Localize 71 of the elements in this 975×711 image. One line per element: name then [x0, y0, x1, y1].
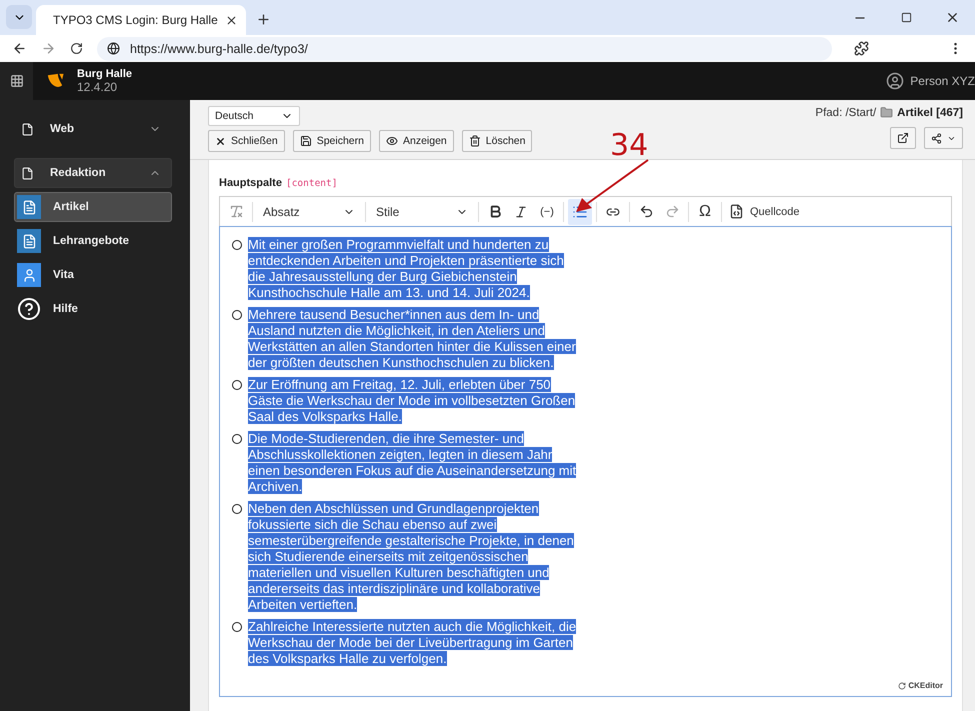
list-item-text: Zur Eröffnung am Freitag, 12. Juli, erlebten über 750 Gäste die Werkschau der Mode im vollbesetzten Großen Saal des Volksparks Halle.	[248, 377, 576, 425]
style-dropdown[interactable]: Stile	[370, 198, 474, 224]
sidebar-item[interactable]: Vita	[14, 260, 172, 290]
bullet-icon	[232, 240, 242, 250]
field-tag: [content]	[286, 178, 338, 189]
sidebar-group[interactable]: Redaktion	[14, 158, 172, 188]
external-link-icon	[897, 132, 909, 144]
sidebar-item[interactable]: Lehrangebote	[14, 226, 172, 256]
toolbar-button[interactable]: Anzeigen	[378, 130, 454, 152]
page-title: Artikel [467]	[897, 106, 963, 118]
style-dropdown[interactable]: Absatz	[257, 198, 361, 224]
sidebar-group[interactable]: Web	[14, 114, 172, 144]
app-grid-icon[interactable]	[10, 74, 24, 88]
toolbar-button[interactable]: Löschen	[462, 130, 532, 152]
browser-tab[interactable]: TYPO3 CMS Login: Burg Halle	[36, 5, 246, 35]
bullet-icon	[232, 434, 242, 444]
eye-icon	[386, 135, 398, 147]
sidebar-item[interactable]: Hilfe	[14, 294, 172, 324]
italic-icon	[514, 204, 528, 218]
annotation-number: 34	[610, 128, 648, 163]
document-icon	[22, 234, 36, 248]
site-name: Burg Halle	[77, 68, 132, 81]
close-icon	[215, 136, 226, 146]
source-button[interactable]: Quellcode	[726, 198, 803, 224]
help-icon	[17, 297, 41, 321]
list-item-text: Neben den Abschlüssen und Grundlagenprojekten fokussierte sich die Schau ebenso auf zwei semesterübergreifende gestalterische Projekte, in denen sich Studierende einerseits mit zeitgenössischen materiellen und visuellen Kulturen beschäftigten und andererseits das interdisziplinäre und kollaborative Arbeiten vertieften.	[248, 501, 575, 613]
bullet-icon	[232, 622, 242, 632]
toolbar-button[interactable]: Schließen	[208, 130, 285, 152]
editor-brand: CKEditor	[908, 681, 943, 690]
open-new-window-button[interactable]	[890, 127, 916, 149]
redo-icon	[664, 204, 680, 219]
list-item-text: Mehrere tausend Besucher*innen aus dem In- und Ausland nutzten die Möglichkeit, in den Ateliers und Werkstätten an allen Standorten hinter die Kulissen einer der größten deutschen Kunsthochschulen zu blicken.	[248, 307, 577, 371]
user-icon	[22, 268, 36, 282]
share-icon	[931, 132, 942, 144]
field-label: Hauptspalte	[219, 177, 282, 189]
share-button[interactable]	[924, 127, 963, 149]
text-editor[interactable]	[219, 226, 952, 697]
list-item-text: Zahlreiche Interessierte nutzten auch die Möglichkeit, die Werkschau der Mode bei der Liveübertragung im Garten des Volksparks Halle zu verfolgen.	[248, 619, 578, 667]
sidebar-item[interactable]: Artikel	[14, 192, 172, 222]
undo-icon	[638, 204, 654, 219]
source-code-icon	[729, 204, 744, 219]
special-char-button[interactable]: Ω	[693, 198, 717, 224]
file-icon	[21, 166, 34, 180]
bullet-icon	[232, 310, 242, 320]
trash-icon	[468, 135, 481, 147]
language-select[interactable]: Deutsch	[208, 106, 300, 126]
version-label: 12.4.20	[77, 81, 118, 94]
document-icon	[22, 200, 36, 214]
forward-icon[interactable]	[41, 41, 56, 56]
globe-icon	[107, 42, 120, 55]
extensions-icon[interactable]	[854, 41, 869, 56]
save-icon	[300, 135, 312, 147]
list-item-text: Mit einer großen Programmvielfalt und hunderten zu entdeckenden Arbeiten und Projekten präsentierte sich die Jahresausstellung der Burg Giebichenstein Kunsthochschule Halle am 13. und 14. Juli 2024.	[248, 237, 565, 301]
path-label: Pfad: /Start/	[815, 106, 876, 118]
bullet-icon	[232, 504, 242, 514]
logo-icon	[898, 682, 906, 690]
toolbar-button[interactable]: Speichern	[292, 130, 371, 152]
user-menu[interactable]: Person XYZ	[886, 72, 975, 90]
clear-format-icon	[228, 204, 244, 219]
shy-button[interactable]: (−)	[535, 198, 559, 224]
close-icon[interactable]	[224, 14, 238, 26]
new-tab-icon[interactable]	[256, 12, 271, 27]
reload-icon[interactable]	[70, 42, 83, 55]
avatar-icon	[886, 72, 904, 90]
tab-title: TYPO3 CMS Login: Burg Halle	[53, 13, 218, 27]
bullet-icon	[232, 380, 242, 390]
folder-icon	[880, 106, 894, 119]
back-icon[interactable]	[12, 41, 27, 56]
address-bar[interactable]: https://www.burg-halle.de/typo3/	[97, 36, 832, 60]
list-item-text: Die Mode-Studierenden, die ihre Semester- und Abschlusskollektionen zeigten, legten in diesem Jahr einen besonderen Fokus auf die Auseinandersetzung mit Archiven.	[248, 431, 578, 495]
file-icon	[21, 122, 34, 136]
